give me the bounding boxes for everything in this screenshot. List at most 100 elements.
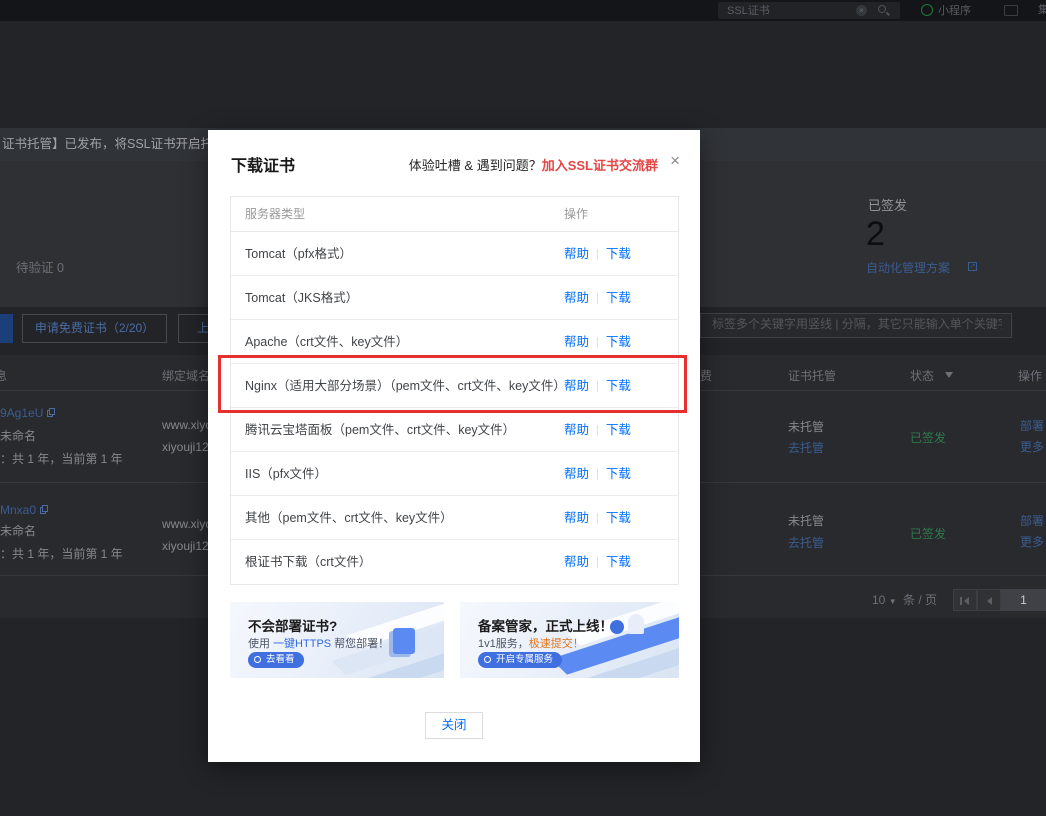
pending-stat: 待验证 0	[16, 261, 64, 275]
download-link[interactable]: 下载	[606, 540, 631, 584]
col-hosting: 证书托管	[788, 369, 837, 383]
server-type-row-other: 其他（pem文件、crt文件、key文件） 帮助 | 下载	[231, 496, 678, 540]
keyword-search-box[interactable]	[700, 313, 1012, 338]
banner-title: 备案管家，正式上线！	[478, 619, 613, 634]
download-link[interactable]: 下载	[606, 276, 631, 320]
col-server-type: 服务器类型	[245, 207, 306, 221]
cert-id[interactable]: 9Ag1eU	[0, 406, 56, 420]
close-button[interactable]: 关闭	[425, 712, 483, 739]
per-page-select[interactable]: 10 ▼	[872, 593, 897, 607]
download-cert-modal: 下载证书 体验吐槽 & 遇到问题？加入SSL证书交流群 × 服务器类型 操作 T…	[208, 130, 700, 762]
download-link[interactable]: 下载	[606, 320, 631, 364]
help-link[interactable]: 帮助	[564, 232, 589, 276]
location-icon	[254, 656, 261, 663]
modal-title: 下载证书	[231, 158, 296, 175]
server-type-row-root-cert: 根证书下载（crt文件） 帮助 | 下载	[231, 540, 678, 584]
cert-name: 未命名	[0, 429, 37, 443]
topbar-search-box[interactable]: ×	[718, 2, 900, 19]
per-page-unit: 条 / 页	[903, 593, 938, 607]
go-see-button[interactable]: 去看看	[248, 652, 304, 668]
server-type-row-iis: IIS（pfx文件） 帮助 | 下载	[231, 452, 678, 496]
download-link[interactable]: 下载	[606, 496, 631, 540]
first-page-button[interactable]	[953, 589, 977, 611]
server-type-table: 服务器类型 操作 Tomcat（pfx格式） 帮助 | 下载 Tomcat（JKS格…	[230, 196, 679, 585]
deploy-helper-banner[interactable]: 不会部署证书? 使用 一键HTTPS 帮您部署！ 去看看	[230, 602, 444, 678]
help-link[interactable]: 帮助	[564, 496, 589, 540]
chevron-down-icon: ▼	[888, 597, 897, 606]
filter-icon[interactable]	[945, 372, 953, 378]
help-link[interactable]: 帮助	[564, 320, 589, 364]
cert-name: 未命名	[0, 524, 37, 538]
download-link[interactable]: 下载	[606, 364, 631, 408]
feedback-text: 体验吐槽 & 遇到问题？加入SSL证书交流群	[408, 158, 658, 173]
prev-page-button[interactable]	[977, 589, 1001, 611]
status-badge: 已签发	[910, 527, 947, 541]
top-nav-bar: × 小程序 集	[0, 0, 1046, 21]
hosting-state: 未托管	[788, 420, 825, 434]
more-link[interactable]: 更多	[1020, 440, 1044, 454]
help-link[interactable]: 帮助	[564, 276, 589, 320]
search-icon[interactable]	[878, 5, 886, 13]
join-group-link[interactable]: 加入SSL证书交流群	[542, 158, 658, 173]
keyword-search-input[interactable]	[712, 317, 1002, 331]
apply-cert-button-partial[interactable]	[0, 314, 13, 343]
topbar-partial-text: 集	[1038, 4, 1046, 16]
col-operation: 操作	[564, 206, 589, 221]
server-type-row-tomcat-jks: Tomcat（JKS格式） 帮助 | 下载	[231, 276, 678, 320]
copy-icon[interactable]	[40, 505, 49, 514]
download-link[interactable]: 下载	[606, 232, 631, 276]
cert-validity: ：共 1 年，当前第 1 年	[0, 547, 123, 561]
table-header-row: 服务器类型 操作	[231, 197, 678, 232]
page-number-input[interactable]: 1	[1001, 589, 1046, 611]
cert-domain: xiyouji12	[162, 539, 209, 553]
help-link[interactable]: 帮助	[564, 408, 589, 452]
deploy-link[interactable]: 部署	[1020, 419, 1044, 433]
mini-program-label[interactable]: 小程序	[938, 5, 971, 18]
clear-icon[interactable]: ×	[856, 5, 867, 16]
close-icon[interactable]: ×	[670, 151, 680, 171]
cert-domain: www.xiyo	[162, 418, 213, 432]
col-info-partial: 息	[0, 369, 8, 383]
banner-desc: 使用 一键HTTPS 帮您部署！	[248, 638, 390, 650]
help-link[interactable]: 帮助	[564, 540, 589, 584]
external-link-icon: ↗	[968, 262, 977, 271]
col-domain: 绑定域名	[162, 369, 211, 383]
mini-program-icon[interactable]	[921, 4, 933, 16]
more-link[interactable]: 更多	[1020, 535, 1044, 549]
banner-title: 不会部署证书?	[248, 619, 338, 634]
icp-butler-banner[interactable]: 备案管家，正式上线！ 1v1服务，极速提交！ 开启专属服务	[460, 602, 679, 678]
col-status: 状态	[910, 369, 935, 383]
automation-link[interactable]: 自动化管理方案	[866, 261, 950, 275]
cert-domain: xiyouji12	[162, 440, 209, 454]
cert-domain: www.xiyo	[162, 517, 213, 531]
issued-count: 2	[866, 215, 885, 253]
server-type-row-bt-panel: 腾讯云宝塔面板（pem文件、crt文件、key文件） 帮助 | 下载	[231, 408, 678, 452]
server-type-row-tomcat-pfx: Tomcat（pfx格式） 帮助 | 下载	[231, 232, 678, 276]
hosting-link[interactable]: 去托管	[788, 536, 824, 550]
help-link[interactable]: 帮助	[564, 364, 589, 408]
cert-id[interactable]: Mnxa0	[0, 503, 49, 517]
status-badge: 已签发	[910, 431, 947, 445]
banner-desc: 1v1服务，极速提交！	[478, 638, 584, 650]
topbar-search-input[interactable]	[727, 3, 847, 17]
apply-free-cert-button[interactable]: 申请免费证书（2/20）	[22, 314, 167, 343]
hosting-state: 未托管	[788, 514, 825, 528]
location-icon	[484, 656, 491, 663]
help-link[interactable]: 帮助	[564, 452, 589, 496]
screen: × 小程序 集 证书托管】已发布，将SSL证书开启托管即可 待验证 0 已签发 …	[0, 0, 1046, 816]
open-service-button[interactable]: 开启专属服务	[478, 652, 563, 668]
issued-label: 已签发	[868, 198, 908, 213]
col-action: 操作	[1018, 369, 1043, 383]
download-link[interactable]: 下载	[606, 408, 631, 452]
banner-decoration	[393, 628, 415, 654]
col-fee-partial: 费	[700, 369, 713, 383]
deploy-link[interactable]: 部署	[1020, 514, 1044, 528]
server-type-row-nginx: Nginx（适用大部分场景）（pem文件、crt文件、key文件） 帮助 | 下载	[231, 364, 678, 408]
cert-validity: ：共 1 年，当前第 1 年	[0, 452, 123, 466]
copy-icon[interactable]	[47, 408, 56, 417]
hosting-link[interactable]: 去托管	[788, 441, 824, 455]
download-link[interactable]: 下载	[606, 452, 631, 496]
server-type-row-apache: Apache（crt文件、key文件） 帮助 | 下载	[231, 320, 678, 364]
console-icon[interactable]	[1004, 5, 1018, 16]
banner-decoration	[628, 614, 644, 634]
